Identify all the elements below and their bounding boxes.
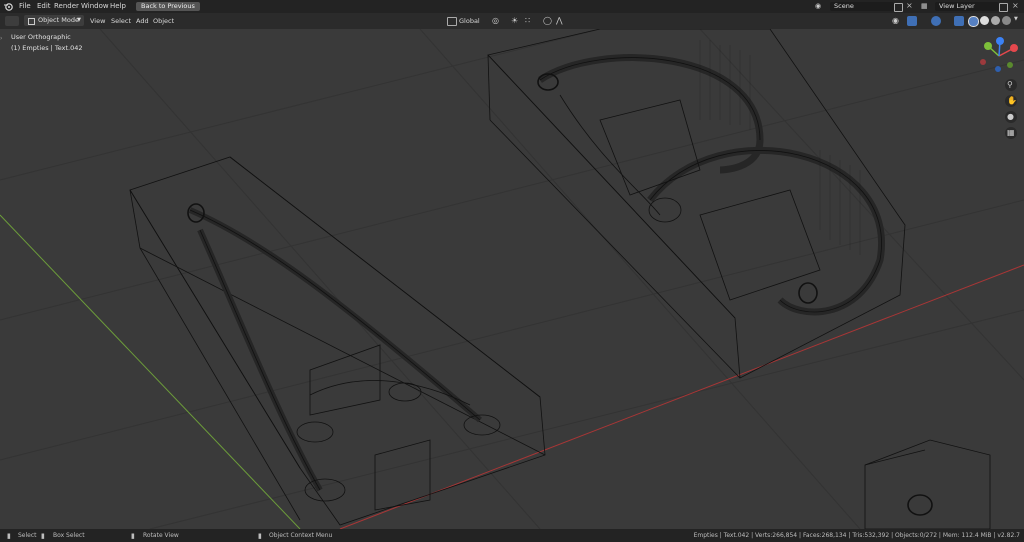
snap-icon[interactable]: ☀ bbox=[511, 16, 518, 25]
close-scene-icon[interactable]: × bbox=[906, 1, 913, 10]
view-name: User Orthographic bbox=[11, 33, 71, 41]
gizmo-toggle-icon[interactable] bbox=[907, 16, 917, 26]
falloff-icon[interactable]: ⋀ bbox=[556, 16, 563, 25]
status-rotate-view: Rotate View bbox=[143, 532, 179, 539]
partial-letter-wireframe bbox=[864, 439, 991, 529]
copy-layer-icon[interactable] bbox=[999, 3, 1008, 12]
object-mode-label: Object Mode bbox=[38, 16, 79, 24]
letter-a-wireframe bbox=[129, 156, 546, 526]
mouse-right-icon: ▮ bbox=[258, 532, 262, 540]
top-bar: File Edit Render Window Help Back to Pre… bbox=[0, 0, 1024, 13]
menu-object[interactable]: Object bbox=[153, 17, 174, 25]
menu-file[interactable]: File bbox=[19, 2, 31, 10]
ortho-toggle-button[interactable]: ▦ bbox=[1005, 127, 1017, 139]
grid-icon: ▦ bbox=[1007, 128, 1015, 137]
xray-icon[interactable] bbox=[954, 16, 964, 26]
3d-viewport[interactable]: User Orthographic (1) Empties | Text.042… bbox=[0, 29, 1024, 529]
status-box-select: Box Select bbox=[53, 532, 85, 539]
status-context-menu: Object Context Menu bbox=[269, 532, 333, 539]
visibility-icon[interactable]: ◉ bbox=[892, 16, 899, 25]
mouse-middle-icon: ▮ bbox=[131, 532, 135, 540]
view-layer-icon[interactable]: ▦ bbox=[921, 2, 931, 11]
toolbar-toggle-icon[interactable]: › bbox=[0, 35, 2, 42]
orientation-dropdown[interactable]: Global bbox=[459, 17, 480, 25]
shading-options-icon[interactable]: ▼ bbox=[1014, 16, 1018, 22]
menu-select[interactable]: Select bbox=[111, 17, 131, 25]
snap-element-icon[interactable]: ∷ bbox=[525, 16, 530, 25]
x-axis-line bbox=[339, 264, 1024, 529]
letter-b-wireframe bbox=[487, 29, 906, 379]
menu-view[interactable]: View bbox=[90, 17, 105, 25]
copy-scene-icon[interactable] bbox=[894, 3, 903, 12]
wireframe-shading-icon[interactable] bbox=[968, 16, 979, 27]
viewport-header: Object Mode ▼ View Select Add Object Glo… bbox=[0, 13, 1024, 29]
x-axis-handle bbox=[1010, 44, 1018, 52]
close-layer-icon[interactable]: × bbox=[1012, 1, 1019, 10]
navigation-gizmo[interactable] bbox=[974, 32, 1024, 82]
y-axis-line bbox=[0, 214, 301, 529]
menu-help[interactable]: Help bbox=[110, 2, 126, 10]
wireframe-scene bbox=[0, 29, 1024, 529]
view-layer-field[interactable]: View Layer bbox=[935, 2, 999, 11]
z-axis-handle bbox=[996, 37, 1004, 45]
back-to-previous-button[interactable]: Back to Previous bbox=[136, 2, 200, 11]
material-shading-icon[interactable] bbox=[991, 16, 1000, 25]
object-info: (1) Empties | Text.042 bbox=[11, 44, 83, 52]
blender-logo-icon[interactable] bbox=[4, 2, 13, 11]
scene-icon[interactable]: ◉ bbox=[815, 2, 825, 11]
overlays-icon[interactable] bbox=[931, 16, 941, 26]
camera-icon: ● bbox=[1007, 112, 1014, 121]
rendered-shading-icon[interactable] bbox=[1002, 16, 1011, 25]
zoom-button[interactable]: ⚲ bbox=[1005, 79, 1017, 91]
menu-add[interactable]: Add bbox=[136, 17, 149, 25]
proportional-edit-icon[interactable]: ◯ bbox=[543, 16, 552, 25]
camera-button[interactable]: ● bbox=[1005, 111, 1017, 123]
zoom-icon: ⚲ bbox=[1007, 80, 1013, 89]
mouse-left-drag-icon: ▮ bbox=[41, 532, 45, 540]
menu-edit[interactable]: Edit bbox=[37, 2, 51, 10]
scene-statistics: Empties | Text.042 | Verts:266,854 | Fac… bbox=[693, 532, 1020, 539]
object-mode-dropdown[interactable]: Object Mode ▼ bbox=[24, 15, 84, 26]
pan-button[interactable]: ✋ bbox=[1005, 95, 1017, 107]
y-axis-handle bbox=[984, 42, 992, 50]
object-mode-icon bbox=[28, 18, 35, 25]
menu-render[interactable]: Render bbox=[54, 2, 79, 10]
hand-icon: ✋ bbox=[1007, 96, 1017, 105]
chevron-down-icon: ▼ bbox=[77, 17, 81, 23]
scene-field[interactable]: Scene bbox=[830, 2, 894, 11]
editor-type-icon[interactable] bbox=[5, 16, 19, 26]
solid-shading-icon[interactable] bbox=[980, 16, 989, 25]
status-bar: ▮ Select ▮ Box Select ▮ Rotate View ▮ Ob… bbox=[0, 529, 1024, 542]
pivot-icon[interactable]: ◎ bbox=[492, 16, 499, 25]
menu-window[interactable]: Window bbox=[81, 2, 109, 10]
status-select: Select bbox=[18, 532, 37, 539]
mouse-left-icon: ▮ bbox=[7, 532, 11, 540]
transform-orientation-icon[interactable] bbox=[447, 17, 457, 26]
